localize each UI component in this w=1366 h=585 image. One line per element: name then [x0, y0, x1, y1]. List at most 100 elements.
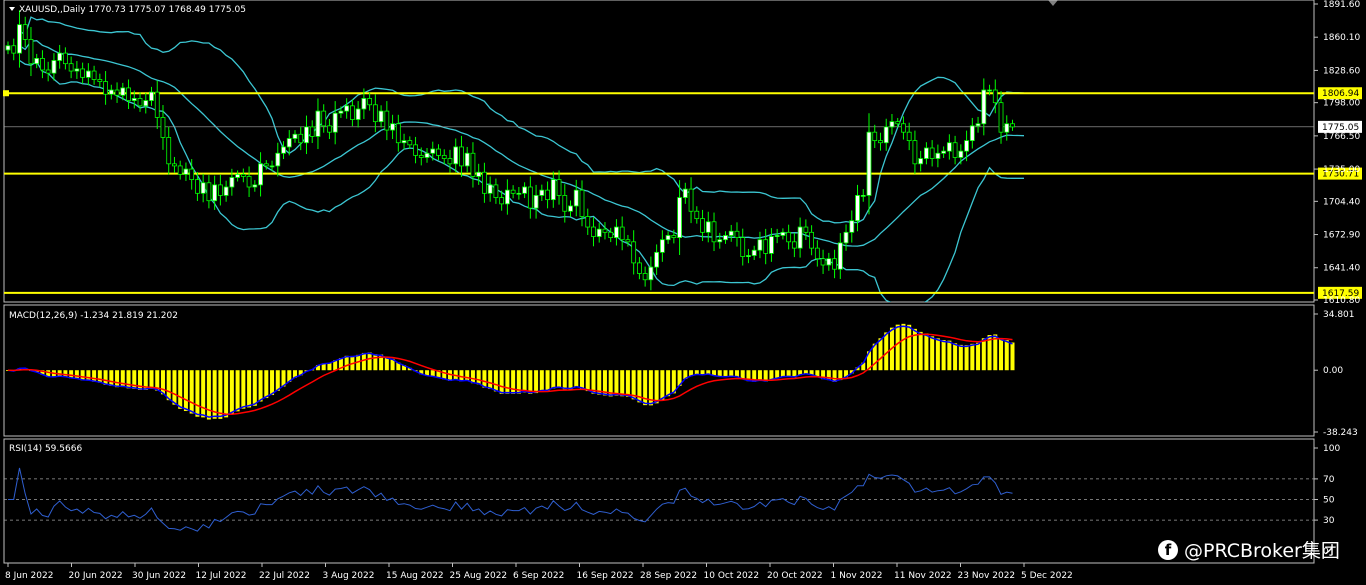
candle — [395, 114, 401, 152]
candle — [200, 173, 206, 203]
candle — [68, 56, 74, 79]
macd-hist-bar — [258, 370, 263, 402]
rsi-pane-title: RSI(14) 59.5666 — [9, 444, 82, 454]
candle — [596, 223, 602, 243]
macd-hist-bar — [499, 370, 504, 394]
scroll-shift-icon[interactable] — [1048, 0, 1058, 6]
macd-hist-bar — [224, 370, 229, 418]
rsi-tick-label: 70 — [1323, 475, 1335, 485]
price-tick-label: 1672.90 — [1323, 231, 1360, 241]
macd-hist-bar — [206, 370, 211, 420]
macd-hist-bar — [958, 344, 963, 371]
collapse-arrow-icon[interactable] — [9, 7, 15, 11]
bollinger-bands — [19, 16, 1025, 302]
macd-hist-bar — [178, 370, 183, 409]
candle — [493, 178, 499, 204]
date-tick-label: 5 Dec 2022 — [1021, 571, 1073, 581]
main-pane-title: XAUUSD,,Daily 1770.73 1775.07 1768.49 17… — [19, 5, 246, 15]
candle — [436, 144, 441, 161]
macd-hist-bar — [264, 370, 269, 399]
candle — [568, 200, 573, 217]
candle — [614, 219, 619, 246]
candle — [527, 176, 533, 219]
macd-hist-bar — [218, 370, 223, 419]
candle — [166, 126, 172, 175]
candle — [734, 222, 740, 247]
candle — [579, 180, 585, 227]
candle — [757, 231, 763, 259]
date-tick-label: 16 Sep 2022 — [577, 571, 634, 581]
candle — [63, 47, 68, 70]
candle — [826, 252, 832, 271]
macd-hist-bar — [947, 340, 952, 371]
bollinger-lower-band — [19, 59, 1024, 302]
macd-hist-bar — [275, 370, 280, 391]
macd-hist-bar — [625, 370, 630, 397]
macd-hist-bar — [964, 345, 969, 371]
candle — [11, 38, 17, 61]
chart-canvas[interactable]: 1806.941775.051730.711617.59 1891.601860… — [0, 0, 1366, 585]
candle — [85, 63, 91, 86]
macd-hist-bar — [115, 370, 120, 388]
candle — [545, 181, 550, 209]
candle — [573, 179, 579, 217]
macd-hist-bar — [465, 370, 470, 381]
candle — [246, 166, 252, 198]
level-handle-icon[interactable] — [3, 90, 9, 97]
candle — [447, 149, 453, 173]
candle — [384, 101, 390, 141]
macd-hist-bar — [482, 370, 487, 388]
candle — [929, 140, 935, 167]
candle — [958, 144, 964, 165]
macd-hist-bar — [183, 370, 188, 412]
macd-hist-bar — [981, 338, 986, 371]
candle — [453, 138, 459, 173]
macd-hist-bar — [493, 370, 498, 392]
macd-axis: 34.801 0.00 -38.243 — [1314, 310, 1358, 438]
candle — [292, 130, 298, 143]
candle — [585, 208, 591, 235]
price-tick-label: 1610.80 — [1323, 296, 1360, 306]
candle — [372, 94, 378, 133]
candle — [969, 117, 975, 149]
macd-tick-label: -38.243 — [1323, 428, 1358, 438]
price-tick-label: 1704.40 — [1323, 197, 1360, 207]
candle — [763, 228, 769, 265]
candle — [740, 228, 746, 266]
facebook-logo-icon: f — [1158, 539, 1178, 560]
candle — [952, 135, 958, 165]
candle — [126, 79, 131, 109]
candle — [17, 10, 22, 68]
candle — [390, 114, 395, 140]
macd-hist-bar — [229, 370, 234, 415]
candle — [539, 184, 545, 201]
macd-hist-bar — [92, 370, 97, 382]
candle — [688, 177, 694, 224]
candle — [832, 249, 837, 279]
candle — [883, 118, 889, 151]
macd-hist-bar — [373, 354, 378, 371]
candle — [45, 61, 51, 82]
macd-hist-bar — [953, 343, 958, 371]
candle — [849, 210, 855, 243]
candle — [28, 27, 34, 77]
candle — [711, 212, 717, 252]
macd-hist-bar — [344, 355, 349, 371]
candle — [723, 231, 728, 244]
macd-hist-bar — [545, 370, 550, 392]
candle — [470, 142, 476, 188]
candle — [252, 180, 258, 192]
candle — [401, 133, 407, 150]
candle — [941, 146, 947, 159]
candle — [786, 224, 792, 250]
macd-hist-bar — [574, 370, 579, 388]
price-tick-label: 1828.60 — [1323, 66, 1360, 76]
candle — [309, 120, 315, 143]
candle — [154, 80, 160, 130]
candle — [550, 171, 556, 208]
macd-hist-bar — [976, 342, 981, 371]
macd-hist-bar — [562, 370, 567, 390]
candle — [464, 146, 470, 173]
candle — [510, 185, 516, 199]
macd-hist-bar — [534, 370, 539, 394]
